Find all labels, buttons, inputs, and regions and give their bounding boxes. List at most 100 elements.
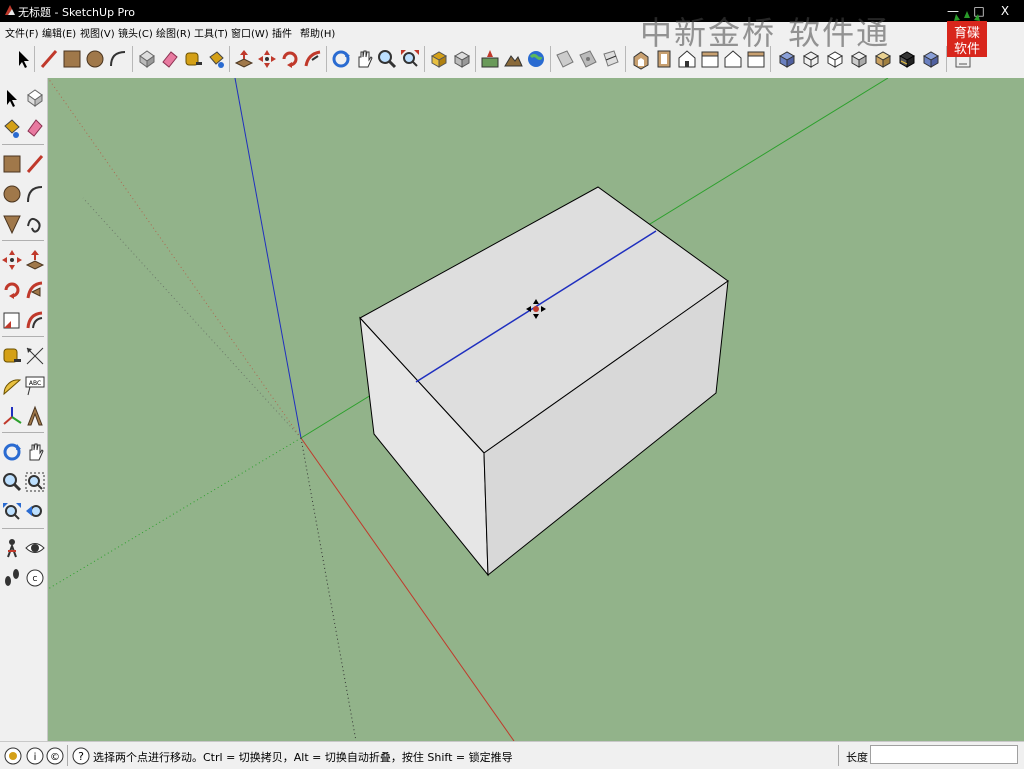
red-axis-negative [48, 78, 302, 439]
toolbar-separator [475, 46, 476, 72]
menu-help[interactable]: 帮助(H) [300, 25, 335, 40]
make-component-icon[interactable] [136, 48, 158, 70]
menu-plugins[interactable]: 插件 [272, 25, 292, 40]
zoom-extents-icon[interactable] [1, 500, 23, 524]
zoom-extents-icon[interactable] [399, 48, 421, 70]
select-icon[interactable] [1, 86, 23, 110]
section-plane-icon[interactable] [554, 48, 576, 70]
zoom-window-icon[interactable] [24, 470, 46, 494]
svg-text:?: ? [78, 750, 84, 763]
arc-icon[interactable] [107, 48, 129, 70]
walk-icon[interactable] [1, 566, 23, 590]
scale-icon[interactable] [1, 308, 23, 332]
model-canvas[interactable] [48, 78, 1024, 741]
menu-edit[interactable]: 编辑(E) [42, 25, 76, 40]
select-icon[interactable] [12, 48, 34, 70]
push-pull-icon[interactable] [24, 248, 46, 272]
close-button[interactable]: X [992, 1, 1018, 21]
dimension-icon[interactable] [24, 344, 46, 368]
help-icon[interactable]: ? [71, 746, 91, 766]
toolbar-separator [2, 240, 44, 241]
menu-camera[interactable]: 镜头(C) [118, 25, 153, 40]
left-toolbar: ABC C [0, 78, 48, 741]
axes-icon[interactable] [1, 404, 23, 428]
circle-icon[interactable] [84, 48, 106, 70]
previous-view-icon[interactable] [24, 500, 46, 524]
eraser-icon[interactable] [159, 48, 181, 70]
follow-me-icon[interactable] [302, 48, 324, 70]
3d-viewport[interactable] [48, 78, 1024, 741]
add-location-icon[interactable] [479, 48, 501, 70]
menu-view[interactable]: 视图(V) [80, 25, 115, 40]
paint-bucket-icon[interactable] [205, 48, 227, 70]
protractor-icon[interactable] [1, 374, 23, 398]
follow-me-icon[interactable] [24, 278, 46, 302]
monochrome-icon[interactable] [896, 48, 918, 70]
move-icon[interactable] [1, 248, 23, 272]
paint-bucket-icon[interactable] [1, 116, 23, 140]
orbit-icon[interactable] [330, 48, 352, 70]
get-models-icon[interactable] [428, 48, 450, 70]
window-title: 无标题 - SketchUp Pro [18, 6, 136, 19]
circle-icon[interactable] [1, 182, 23, 206]
toolbar-separator [2, 528, 44, 529]
geo-location-icon[interactable] [3, 746, 23, 766]
section-plane-icon[interactable]: C [24, 566, 46, 590]
logo: 育碟 软件 [947, 11, 987, 57]
offset-icon[interactable] [24, 308, 46, 332]
status-message: 选择两个点进行移动。Ctrl = 切换拷贝，Alt = 切换自动折叠，按住 Sh… [93, 751, 513, 764]
preview-google-earth-icon[interactable] [525, 48, 547, 70]
zoom-icon[interactable] [1, 470, 23, 494]
sketchup-app-icon [5, 5, 15, 15]
menu-draw[interactable]: 绘图(R) [156, 25, 191, 40]
status-bar: i © ? 选择两个点进行移动。Ctrl = 切换拷贝，Alt = 切换自动折叠… [0, 741, 1024, 769]
eraser-icon[interactable] [24, 116, 46, 140]
look-around-icon[interactable] [24, 536, 46, 560]
blue-axis [234, 78, 302, 439]
menu-tools[interactable]: 工具(T) [194, 25, 228, 40]
measurement-input[interactable] [870, 745, 1018, 764]
svg-text:C: C [33, 575, 38, 583]
line-icon[interactable] [24, 152, 46, 176]
line-icon[interactable] [38, 48, 60, 70]
sandbox-icon[interactable] [920, 48, 942, 70]
measurement-label: 长度 [846, 751, 868, 764]
toolbar-separator [625, 46, 626, 72]
tape-measure-icon[interactable] [182, 48, 204, 70]
svg-text:ABC: ABC [29, 380, 41, 387]
dotted-guide-line [300, 437, 357, 741]
rotate-icon[interactable] [1, 278, 23, 302]
user-icon[interactable]: © [45, 746, 65, 766]
menu-window[interactable]: 窗口(W) [231, 25, 269, 40]
make-component-icon[interactable] [24, 86, 46, 110]
orbit-icon[interactable] [1, 440, 23, 464]
rectangle-icon[interactable] [1, 152, 23, 176]
rotate-icon[interactable] [279, 48, 301, 70]
freehand-icon[interactable] [24, 212, 46, 236]
toolbar-separator [2, 336, 44, 337]
zoom-icon[interactable] [376, 48, 398, 70]
polygon-icon[interactable] [1, 212, 23, 236]
display-section-icon[interactable] [577, 48, 599, 70]
pan-icon[interactable] [353, 48, 375, 70]
text-icon[interactable]: ABC [24, 374, 46, 398]
toggle-terrain-icon[interactable] [502, 48, 524, 70]
toolbar-separator [424, 46, 425, 72]
toolbar-separator [229, 46, 230, 72]
toolbar-separator [550, 46, 551, 72]
push-pull-icon[interactable] [233, 48, 255, 70]
display-section-cuts-icon[interactable] [600, 48, 622, 70]
tape-measure-icon[interactable] [1, 344, 23, 368]
toolbar-separator [132, 46, 133, 72]
share-model-icon[interactable] [451, 48, 473, 70]
3d-text-icon[interactable] [24, 404, 46, 428]
position-camera-icon[interactable] [1, 536, 23, 560]
pan-icon[interactable] [24, 440, 46, 464]
move-icon[interactable] [256, 48, 278, 70]
arc-icon[interactable] [24, 182, 46, 206]
status-separator [838, 745, 839, 766]
rectangle-icon[interactable] [61, 48, 83, 70]
credits-icon[interactable]: i [25, 746, 45, 766]
menu-file[interactable]: 文件(F) [5, 25, 39, 40]
logo-text-top: 育碟 [954, 25, 980, 41]
